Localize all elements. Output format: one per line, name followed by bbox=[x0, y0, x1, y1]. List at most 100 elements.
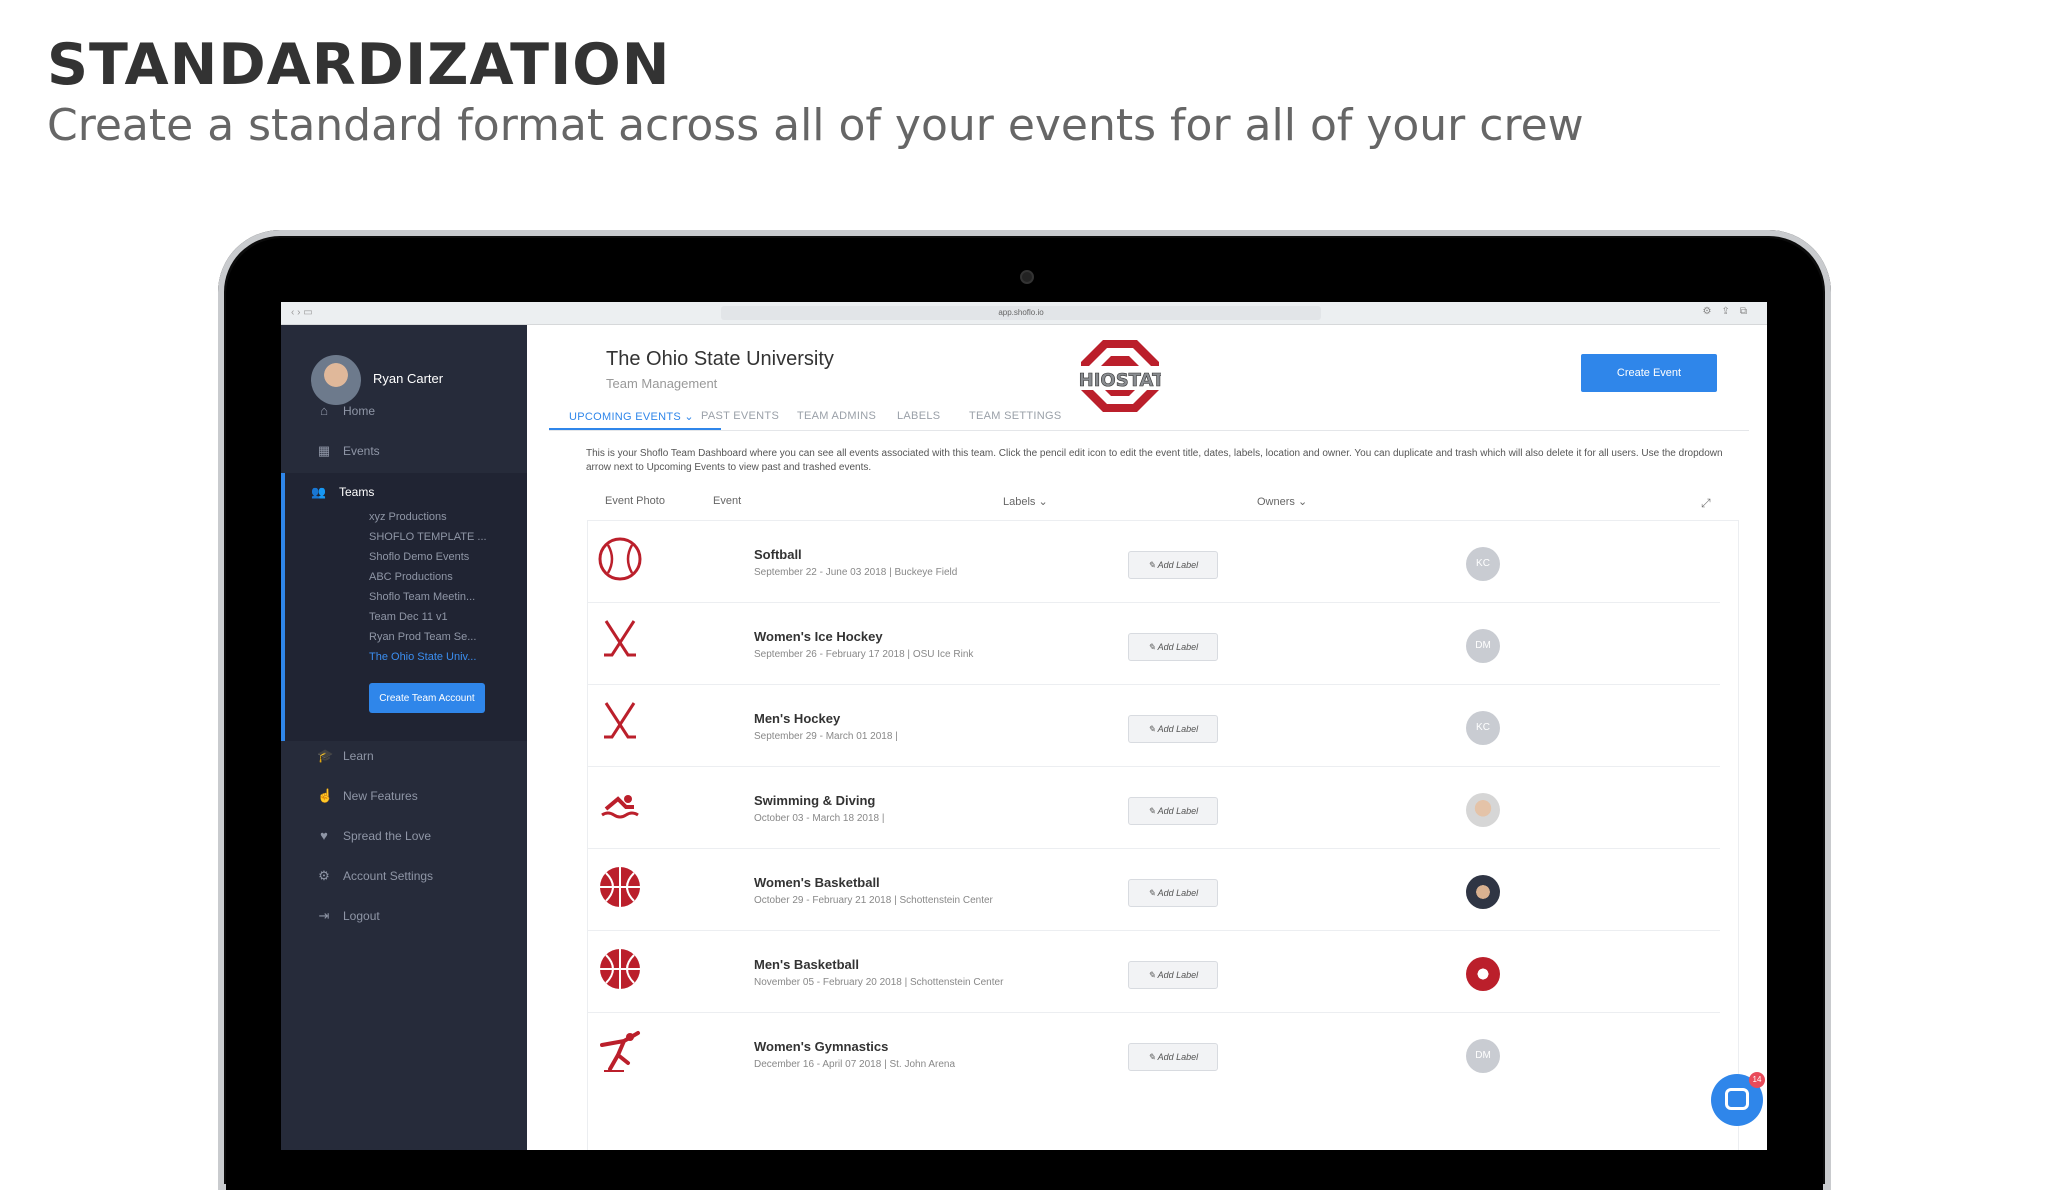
add-label-button[interactable]: ✎ Add Label bbox=[1128, 1043, 1218, 1071]
owner-avatar[interactable] bbox=[1466, 957, 1500, 991]
column-header-event: Event bbox=[713, 495, 742, 507]
baseball-icon bbox=[598, 537, 642, 581]
screen: ‹ › ▭ app.shoflo.io ⚙⇪⧉ Ryan Carter ⌂ Ho… bbox=[281, 302, 1767, 1150]
users-icon: 👥 bbox=[311, 485, 326, 499]
sidebar-item-events[interactable]: ▦ Events bbox=[281, 441, 527, 463]
tag-icon: ✎ bbox=[1147, 888, 1156, 898]
table-row[interactable]: Women's Basketball October 29 - February… bbox=[588, 849, 1738, 931]
sidebar-item-spread-the-love[interactable]: ♥ Spread the Love bbox=[281, 826, 527, 848]
tab-team-settings[interactable]: TEAM SETTINGS bbox=[969, 410, 1062, 422]
owner-avatar[interactable]: KC bbox=[1466, 547, 1500, 581]
add-label-button[interactable]: ✎ Add Label bbox=[1128, 879, 1218, 907]
owner-avatar[interactable]: KC bbox=[1466, 711, 1500, 745]
event-name[interactable]: Women's Basketball bbox=[754, 875, 880, 890]
svg-text:OHIOSTATE: OHIOSTATE bbox=[1079, 370, 1161, 391]
browser-nav-icon[interactable]: ‹ › ▭ bbox=[291, 307, 313, 318]
add-label-button[interactable]: ✎ Add Label bbox=[1128, 797, 1218, 825]
tag-icon: ✎ bbox=[1147, 970, 1156, 980]
tab-labels[interactable]: LABELS bbox=[897, 410, 940, 422]
sidebar-item-learn[interactable]: 🎓 Learn bbox=[281, 746, 527, 768]
create-team-account-button[interactable]: Create Team Account bbox=[369, 683, 485, 713]
team-item[interactable]: xyz Productions bbox=[369, 511, 447, 523]
table-row[interactable]: Men's Hockey September 29 - March 01 201… bbox=[588, 685, 1738, 767]
event-name[interactable]: Women's Gymnastics bbox=[754, 1039, 888, 1054]
event-meta: September 22 - June 03 2018 | Buckeye Fi… bbox=[754, 567, 958, 578]
heart-icon: ♥ bbox=[320, 828, 328, 843]
add-label-button[interactable]: ✎ Add Label bbox=[1128, 551, 1218, 579]
logout-icon: ⇥ bbox=[318, 908, 330, 923]
table-row[interactable]: Women's Ice Hockey September 26 - Februa… bbox=[588, 603, 1738, 685]
camera-icon bbox=[1020, 270, 1034, 284]
owner-avatar[interactable]: DM bbox=[1466, 1039, 1500, 1073]
add-label-button[interactable]: ✎ Add Label bbox=[1128, 633, 1218, 661]
add-label-button[interactable]: ✎ Add Label bbox=[1128, 715, 1218, 743]
event-name[interactable]: Swimming & Diving bbox=[754, 793, 875, 808]
browser-toolbar: ‹ › ▭ app.shoflo.io ⚙⇪⧉ bbox=[281, 302, 1767, 325]
page-title: The Ohio State University bbox=[606, 348, 834, 370]
hockey-sticks-icon bbox=[604, 620, 636, 657]
sidebar: Ryan Carter ⌂ Home ▦ Events 👥 Teams xyz P… bbox=[281, 325, 527, 1150]
sidebar-item-logout[interactable]: ⇥ Logout bbox=[281, 906, 527, 928]
home-icon: ⌂ bbox=[320, 403, 328, 418]
owner-avatar[interactable]: DM bbox=[1466, 629, 1500, 663]
sidebar-item-account-settings[interactable]: ⚙ Account Settings bbox=[281, 866, 527, 888]
create-event-button[interactable]: Create Event bbox=[1581, 354, 1717, 392]
table-row[interactable]: Softball September 22 - June 03 2018 | B… bbox=[588, 521, 1738, 603]
event-name[interactable]: Softball bbox=[754, 547, 802, 562]
owner-avatar[interactable] bbox=[1466, 875, 1500, 909]
active-tab-indicator bbox=[549, 428, 721, 430]
event-name[interactable]: Men's Basketball bbox=[754, 957, 859, 972]
events-table: Softball September 22 - June 03 2018 | B… bbox=[587, 520, 1739, 1150]
add-label-button[interactable]: ✎ Add Label bbox=[1128, 961, 1218, 989]
hockey-sticks-icon bbox=[604, 702, 636, 739]
basketball-icon bbox=[600, 867, 640, 907]
tag-icon: ✎ bbox=[1147, 1052, 1156, 1062]
expand-icon[interactable]: ⤢ bbox=[1701, 496, 1711, 511]
user-name[interactable]: Ryan Carter bbox=[373, 371, 443, 386]
team-item[interactable]: Ryan Prod Team Se... bbox=[369, 631, 476, 643]
browser-actions-icon[interactable]: ⚙⇪⧉ bbox=[1703, 306, 1757, 317]
column-header-event-photo: Event Photo bbox=[605, 495, 665, 507]
tab-past-events[interactable]: PAST EVENTS bbox=[701, 410, 779, 422]
event-meta: November 05 - February 20 2018 | Schotte… bbox=[754, 977, 1004, 988]
chat-badge: 14 bbox=[1749, 1072, 1765, 1088]
sidebar-teams-section: 👥 Teams xyz Productions SHOFLO TEMPLATE .… bbox=[281, 473, 527, 741]
event-meta: September 29 - March 01 2018 | bbox=[754, 731, 898, 742]
chat-icon bbox=[1725, 1088, 1749, 1110]
avatar[interactable] bbox=[311, 355, 361, 405]
team-item-active[interactable]: The Ohio State Univ... bbox=[369, 651, 476, 663]
tab-upcoming-events[interactable]: UPCOMING EVENTS ⌄ bbox=[569, 410, 694, 423]
tag-icon: ✎ bbox=[1147, 806, 1156, 816]
team-item[interactable]: ABC Productions bbox=[369, 571, 453, 583]
event-name[interactable]: Men's Hockey bbox=[754, 711, 840, 726]
owner-avatar[interactable] bbox=[1466, 793, 1500, 827]
tag-icon: ✎ bbox=[1147, 724, 1156, 734]
event-meta: October 29 - February 21 2018 | Schotten… bbox=[754, 895, 993, 906]
hand-pointer-icon: ☝ bbox=[317, 788, 334, 803]
team-item[interactable]: Shoflo Demo Events bbox=[369, 551, 469, 563]
event-name[interactable]: Women's Ice Hockey bbox=[754, 629, 883, 644]
sidebar-item-teams[interactable]: 👥 Teams bbox=[311, 485, 374, 499]
slide-title: STANDARDIZATION bbox=[47, 32, 671, 98]
slide-subtitle: Create a standard format across all of y… bbox=[47, 100, 1584, 151]
tab-bar: UPCOMING EVENTS ⌄ PAST EVENTS TEAM ADMIN… bbox=[549, 400, 1749, 431]
sidebar-item-home[interactable]: ⌂ Home bbox=[281, 401, 527, 423]
page-subtitle: Team Management bbox=[606, 376, 718, 391]
dashboard-description: This is your Shoflo Team Dashboard where… bbox=[586, 448, 1723, 473]
table-row[interactable]: Women's Gymnastics December 16 - April 0… bbox=[588, 1013, 1738, 1095]
tag-icon: ✎ bbox=[1147, 642, 1156, 652]
calendar-icon: ▦ bbox=[317, 443, 331, 458]
sidebar-item-new-features[interactable]: ☝ New Features bbox=[281, 786, 527, 808]
table-row[interactable]: Swimming & Diving October 03 - March 18 … bbox=[588, 767, 1738, 849]
event-meta: September 26 - February 17 2018 | OSU Ic… bbox=[754, 649, 974, 660]
team-item[interactable]: SHOFLO TEMPLATE ... bbox=[369, 531, 487, 543]
basketball-icon bbox=[600, 949, 640, 989]
column-header-owners[interactable]: Owners ⌄ bbox=[1257, 495, 1307, 508]
column-header-labels[interactable]: Labels ⌄ bbox=[1003, 495, 1048, 508]
tab-team-admins[interactable]: TEAM ADMINS bbox=[797, 410, 876, 422]
team-item[interactable]: Team Dec 11 v1 bbox=[369, 611, 448, 623]
team-item[interactable]: Shoflo Team Meetin... bbox=[369, 591, 475, 603]
table-row[interactable]: Men's Basketball November 05 - February … bbox=[588, 931, 1738, 1013]
event-meta: December 16 - April 07 2018 | St. John A… bbox=[754, 1059, 956, 1070]
url-bar[interactable]: app.shoflo.io bbox=[721, 306, 1321, 320]
